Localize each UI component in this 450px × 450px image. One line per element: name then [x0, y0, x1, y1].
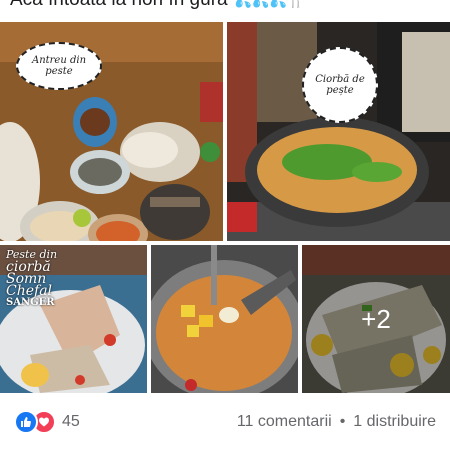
- post-text-content: Acă întoată la nori în gură: [10, 0, 228, 10]
- watermark: Peste din ciorbă Somn Chefal SANGER: [6, 249, 57, 309]
- photo-appetizer[interactable]: Antreu din peste: [0, 22, 223, 241]
- soup-bowl-illustration: [151, 245, 298, 393]
- caption-appetizer: Antreu din peste: [31, 55, 87, 77]
- post-emoji: 💦💦💦🍴: [234, 0, 305, 8]
- photo-soup-bowl[interactable]: [151, 245, 298, 393]
- like-reaction-icon: [14, 410, 38, 434]
- caption-bubble-soup: Ciorbă de pește: [302, 47, 378, 123]
- shares-link[interactable]: 1 distribuire: [353, 413, 436, 430]
- caption-bubble-appetizer: Antreu din peste: [16, 42, 102, 90]
- meta-separator: •: [339, 413, 346, 430]
- post-meta: 11 comentarii • 1 distribuire: [237, 411, 436, 433]
- reaction-count: 45: [62, 413, 80, 430]
- post-text: Acă întoată la nori în gură 💦💦💦🍴: [10, 0, 440, 11]
- photo-baked-fish[interactable]: +2: [302, 245, 450, 393]
- photo-fish-plate[interactable]: Peste din ciorbă Somn Chefal SANGER: [0, 245, 147, 393]
- watermark-line5: SANGER: [6, 297, 55, 308]
- reactions-summary[interactable]: 45: [14, 410, 80, 434]
- more-photos-overlay[interactable]: +2: [302, 245, 450, 393]
- more-photos-count: +2: [361, 303, 391, 334]
- watermark-line4: Chefal: [6, 283, 53, 299]
- comments-link[interactable]: 11 comentarii: [237, 413, 332, 430]
- caption-soup: Ciorbă de pește: [315, 74, 365, 96]
- photo-fish-soup[interactable]: Ciorbă de pește: [227, 22, 450, 241]
